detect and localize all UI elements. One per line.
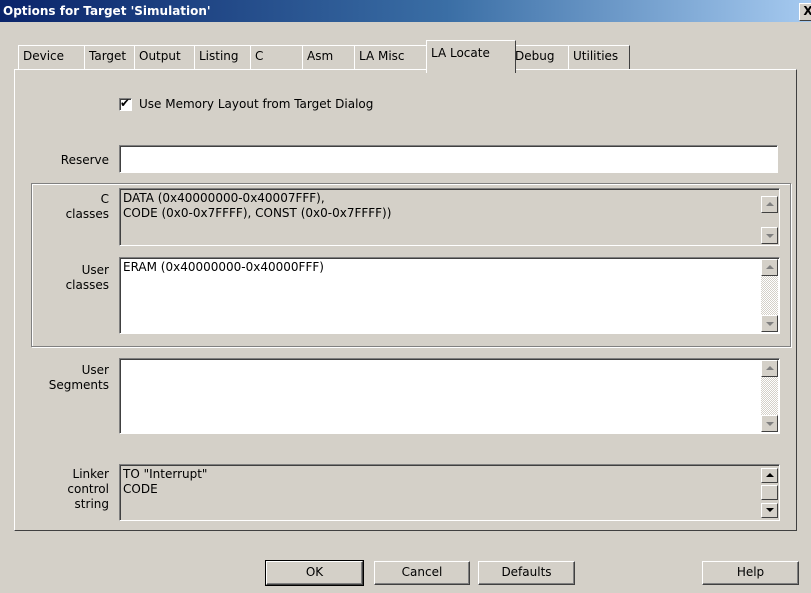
tab-label: Debug [515,49,555,63]
arrow-down-icon [766,508,774,512]
linker-control-scrollbar[interactable] [761,466,778,519]
scroll-thumb[interactable] [761,485,778,500]
c-classes-scrollbar[interactable] [761,190,778,244]
title-bar: Options for Target 'Simulation' X [0,0,811,22]
use-memory-layout-label[interactable]: Use Memory Layout from Target Dialog [139,97,373,112]
tab-asm[interactable]: Asm [302,45,360,70]
tab-label: LA Misc [359,49,405,63]
tab-device[interactable]: Device [18,45,90,70]
help-button[interactable]: Help [702,561,799,585]
tab-la-locate[interactable]: LA Locate [426,40,516,73]
tab-label: C [255,49,264,63]
tab-debug[interactable]: Debug [510,45,574,70]
window-title: Options for Target 'Simulation' [3,4,211,18]
tab-output[interactable]: Output [134,45,200,70]
la-locate-panel: ✔ Use Memory Layout from Target Dialog R… [14,69,797,531]
defaults-button[interactable]: Defaults [478,561,575,585]
user-segments-textarea[interactable] [119,358,780,434]
tab-label: Asm [307,49,334,63]
tab-target[interactable]: Target [84,45,140,70]
checkmark-icon: ✔ [120,96,131,110]
user-classes-value: ERAM (0x40000000-0x40000FFF) [123,260,324,274]
scroll-up-button[interactable] [761,360,778,377]
user-classes-label: User classes [65,263,109,292]
c-classes-value: DATA (0x40000000-0x40007FFF), CODE (0x0-… [123,191,392,220]
user-segments-label: User Segments [48,363,109,392]
reserve-input[interactable] [119,145,778,173]
tab-utilities[interactable]: Utilities [568,45,630,70]
ok-button[interactable]: OK [265,560,364,586]
scroll-down-button[interactable] [761,415,778,432]
tab-listing[interactable]: Listing [194,45,256,70]
close-icon: X [803,4,811,18]
tab-label: Utilities [573,49,619,63]
use-memory-layout-checkbox[interactable]: ✔ [119,96,132,111]
tab-label: Listing [199,49,239,63]
c-classes-label: C classes [65,192,109,221]
tab-label: LA Locate [431,46,490,60]
scroll-down-button[interactable] [761,503,778,518]
arrow-up-icon [766,265,774,269]
scroll-down-button[interactable] [761,227,778,244]
c-classes-textarea[interactable]: DATA (0x40000000-0x40007FFF), CODE (0x0-… [119,188,780,246]
scroll-up-button[interactable] [761,196,778,213]
tab-label: Device [23,49,65,63]
scroll-down-button[interactable] [761,315,778,332]
arrow-up-icon [766,366,774,370]
scroll-up-button[interactable] [761,468,778,483]
tab-c[interactable]: C [250,45,308,70]
user-classes-scrollbar[interactable] [761,259,778,332]
scroll-up-button[interactable] [761,259,778,276]
user-segments-scrollbar[interactable] [761,360,778,432]
linker-control-value: TO "Interrupt" CODE [123,467,208,496]
arrow-up-icon [766,473,774,477]
tab-label: Output [139,49,181,63]
arrow-down-icon [766,234,774,238]
tab-la-misc[interactable]: LA Misc [354,45,432,70]
reserve-label: Reserve [60,153,109,167]
user-classes-textarea[interactable]: ERAM (0x40000000-0x40000FFF) [119,257,780,334]
arrow-up-icon [766,202,774,206]
linker-control-textarea[interactable]: TO "Interrupt" CODE [119,464,780,521]
arrow-down-icon [766,322,774,326]
arrow-down-icon [766,422,774,426]
linker-control-label: Linker control string [67,467,109,511]
close-button[interactable]: X [799,3,811,21]
cancel-button[interactable]: Cancel [374,561,470,585]
tab-label: Target [89,49,127,63]
